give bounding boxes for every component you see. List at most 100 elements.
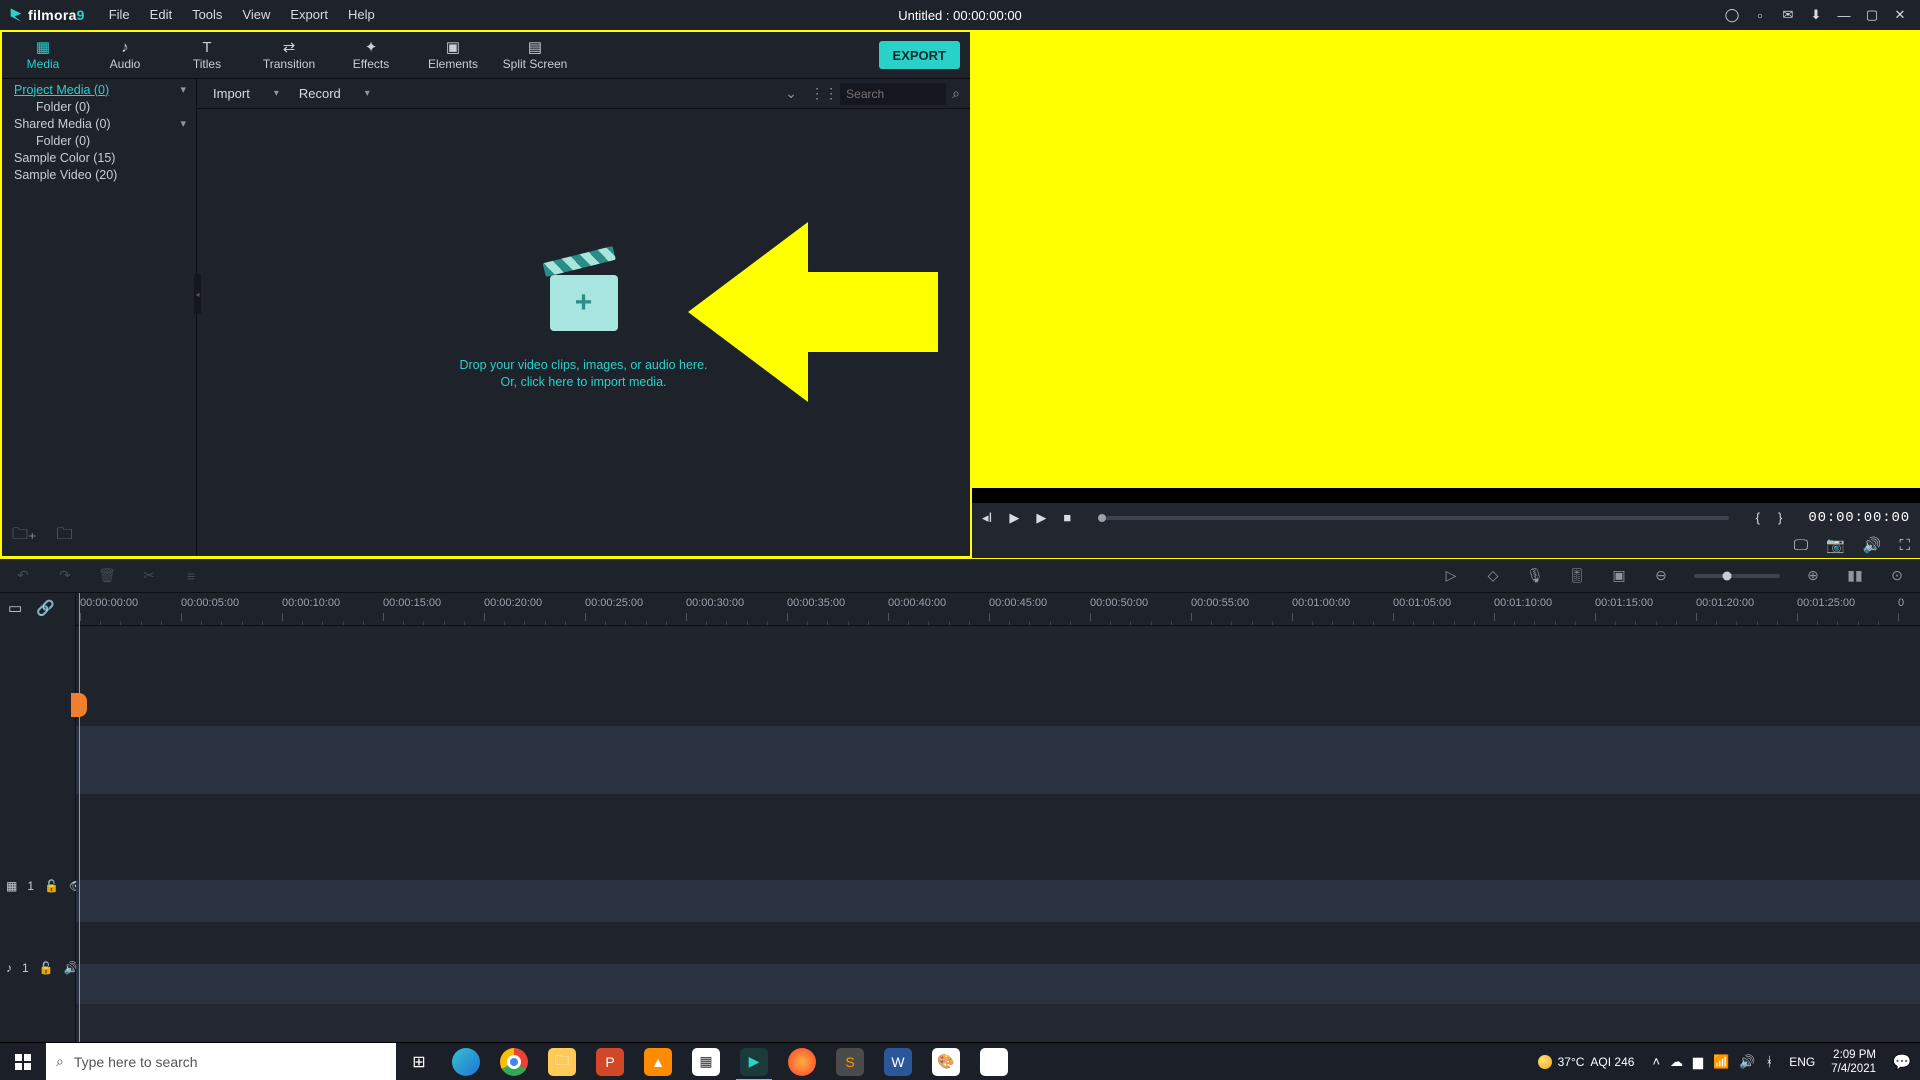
settings-icon[interactable]: ⊙ xyxy=(1888,567,1906,584)
task-view-icon[interactable]: ⊞ xyxy=(396,1043,442,1080)
menu-file[interactable]: File xyxy=(99,0,140,30)
prev-frame-icon[interactable]: ◂Ⅰ xyxy=(982,510,992,526)
preview-scrubber[interactable] xyxy=(1098,516,1728,520)
marker-icon[interactable]: ◇ xyxy=(1484,567,1502,584)
timeline-ruler[interactable]: 00:00:00:0000:00:05:0000:00:10:0000:00:1… xyxy=(76,593,1920,626)
render-icon[interactable]: ▷ xyxy=(1442,567,1460,584)
volume-icon[interactable]: 🔊 xyxy=(1863,536,1882,554)
onedrive-icon[interactable]: ☁ xyxy=(1670,1054,1683,1070)
link-icon[interactable]: 🔗 xyxy=(36,599,55,617)
tray-chevron-icon[interactable]: ˄ xyxy=(1652,1054,1660,1069)
record-dropdown[interactable]: Record▾ xyxy=(293,86,376,101)
tab-transition[interactable]: ⇄Transition xyxy=(248,32,330,78)
app-firefox[interactable] xyxy=(778,1043,826,1080)
app-sublime[interactable]: S xyxy=(826,1043,874,1080)
open-folder-icon[interactable]: 🗀 xyxy=(56,523,72,550)
bluetooth-icon[interactable]: ᚼ xyxy=(1765,1054,1773,1069)
menu-view[interactable]: View xyxy=(232,0,280,30)
media-tree-item[interactable]: Shared Media (0)▾ xyxy=(2,115,196,132)
lock-icon[interactable]: 🔓 xyxy=(39,961,54,975)
menu-help[interactable]: Help xyxy=(338,0,385,30)
media-tree-item[interactable]: Project Media (0)▾ xyxy=(2,81,196,98)
app-explorer[interactable]: 🗀 xyxy=(538,1043,586,1080)
app-logo: filmora9 xyxy=(0,7,91,23)
play-icon[interactable]: ▶ xyxy=(1009,510,1019,526)
sun-icon xyxy=(1538,1055,1552,1069)
menu-tools[interactable]: Tools xyxy=(182,0,232,30)
tab-titles[interactable]: TTitles xyxy=(166,32,248,78)
action-center-icon[interactable]: 💬 xyxy=(1884,1053,1920,1071)
undo-icon[interactable]: ↶ xyxy=(14,567,32,584)
tab-elements[interactable]: ▣Elements xyxy=(412,32,494,78)
app-edge[interactable] xyxy=(442,1043,490,1080)
split-icon[interactable]: ✂ xyxy=(140,567,158,584)
fullscreen-icon[interactable]: ⛶ xyxy=(1899,537,1910,554)
lock-icon[interactable]: 🔓 xyxy=(44,879,59,893)
menu-edit[interactable]: Edit xyxy=(140,0,182,30)
tab-audio[interactable]: ♪Audio xyxy=(84,32,166,78)
minimize-icon[interactable]: — xyxy=(1830,0,1858,30)
sort-icon[interactable]: ⋮⋮⋮ xyxy=(810,85,832,102)
tab-split-screen[interactable]: ▤Split Screen xyxy=(494,32,576,78)
app-vlc[interactable]: ▲ xyxy=(634,1043,682,1080)
wifi-icon[interactable]: 📶 xyxy=(1713,1054,1729,1070)
manage-tracks-icon[interactable]: ▭ xyxy=(8,599,22,617)
video-track-header[interactable]: ▦ 1 🔓 👁 xyxy=(6,879,84,893)
zoom-in-icon[interactable]: ⊕ xyxy=(1804,567,1822,584)
message-icon[interactable]: ✉ xyxy=(1774,0,1802,30)
media-tree-item[interactable]: Folder (0) xyxy=(2,98,196,115)
media-search-input[interactable] xyxy=(840,83,946,105)
tab-effects[interactable]: ✦Effects xyxy=(330,32,412,78)
camera-icon[interactable]: 📷 xyxy=(1826,536,1845,554)
redo-icon[interactable]: ↷ xyxy=(56,567,74,584)
stop-icon[interactable]: ■ xyxy=(1063,510,1071,525)
language-indicator[interactable]: ENG xyxy=(1781,1055,1823,1069)
next-frame-icon[interactable]: ▶ xyxy=(1036,510,1046,526)
update-icon[interactable]: ⬇ xyxy=(1802,0,1830,30)
adjust-icon[interactable]: ≡ xyxy=(182,568,200,584)
taskbar-search[interactable]: ⌕ Type here to search xyxy=(46,1043,396,1080)
maximize-icon[interactable]: ▢ xyxy=(1858,0,1886,30)
app-photos[interactable]: ▦ xyxy=(682,1043,730,1080)
panel-resize-handle[interactable]: ◂ xyxy=(194,274,201,314)
media-tree-item[interactable]: Folder (0) xyxy=(2,132,196,149)
weather-widget[interactable]: 37°C AQI 246 xyxy=(1528,1055,1645,1069)
new-folder-icon[interactable]: 🗀₊ xyxy=(12,523,36,550)
media-tree-item[interactable]: Sample Color (15) xyxy=(2,149,196,166)
media-drop-zone[interactable]: + Drop your video clips, images, or audi… xyxy=(197,109,970,556)
app-word[interactable]: W xyxy=(874,1043,922,1080)
start-button[interactable] xyxy=(0,1043,46,1080)
mixer-icon[interactable]: 🎚 xyxy=(1568,567,1586,584)
export-button[interactable]: EXPORT xyxy=(879,41,960,69)
zoom-out-icon[interactable]: ⊖ xyxy=(1652,567,1670,584)
snapshot-icon[interactable]: 🖵 xyxy=(1794,537,1808,554)
playhead[interactable] xyxy=(79,593,80,1042)
menu-export[interactable]: Export xyxy=(280,0,338,30)
media-tree-item[interactable]: Sample Video (20) xyxy=(2,166,196,183)
app-chrome[interactable] xyxy=(490,1043,538,1080)
tray-clock[interactable]: 2:09 PM 7/4/2021 xyxy=(1823,1048,1884,1076)
import-dropdown[interactable]: Import▾ xyxy=(207,86,285,101)
fit-icon[interactable]: ▮▮ xyxy=(1846,567,1864,584)
audio-track-header[interactable]: ♪ 1 🔓 🔊 xyxy=(6,961,79,975)
filter-icon[interactable]: ⌄ xyxy=(780,85,802,102)
mark-in-icon[interactable]: { xyxy=(1756,510,1761,525)
preview-bottom-bar: 🖵 📷 🔊 ⛶ xyxy=(972,532,1920,558)
app-filmora[interactable]: ▶ xyxy=(730,1043,778,1080)
account-icon[interactable]: ◯ xyxy=(1718,0,1746,30)
close-icon[interactable]: ✕ xyxy=(1886,0,1914,30)
mark-out-icon[interactable]: } xyxy=(1778,510,1783,525)
voiceover-icon[interactable]: 🎙 xyxy=(1526,567,1544,584)
delete-icon[interactable]: 🗑 xyxy=(98,567,116,584)
search-icon[interactable]: ⌕ xyxy=(952,85,960,102)
timeline-tracks[interactable]: 00:00:00:0000:00:05:0000:00:10:0000:00:1… xyxy=(76,593,1920,1042)
app-powerpoint[interactable]: P xyxy=(586,1043,634,1080)
save-icon[interactable]: ▫ xyxy=(1746,0,1774,30)
zoom-slider[interactable] xyxy=(1694,574,1780,578)
app-paintnet[interactable]: 🎨 xyxy=(922,1043,970,1080)
tab-media[interactable]: ▦Media xyxy=(2,32,84,78)
crop-icon[interactable]: ▣ xyxy=(1610,567,1628,584)
sound-icon[interactable]: 🔊 xyxy=(1739,1054,1755,1070)
app-paint[interactable]: 🖌 xyxy=(970,1043,1018,1080)
battery-icon[interactable]: ▆ xyxy=(1693,1054,1703,1070)
